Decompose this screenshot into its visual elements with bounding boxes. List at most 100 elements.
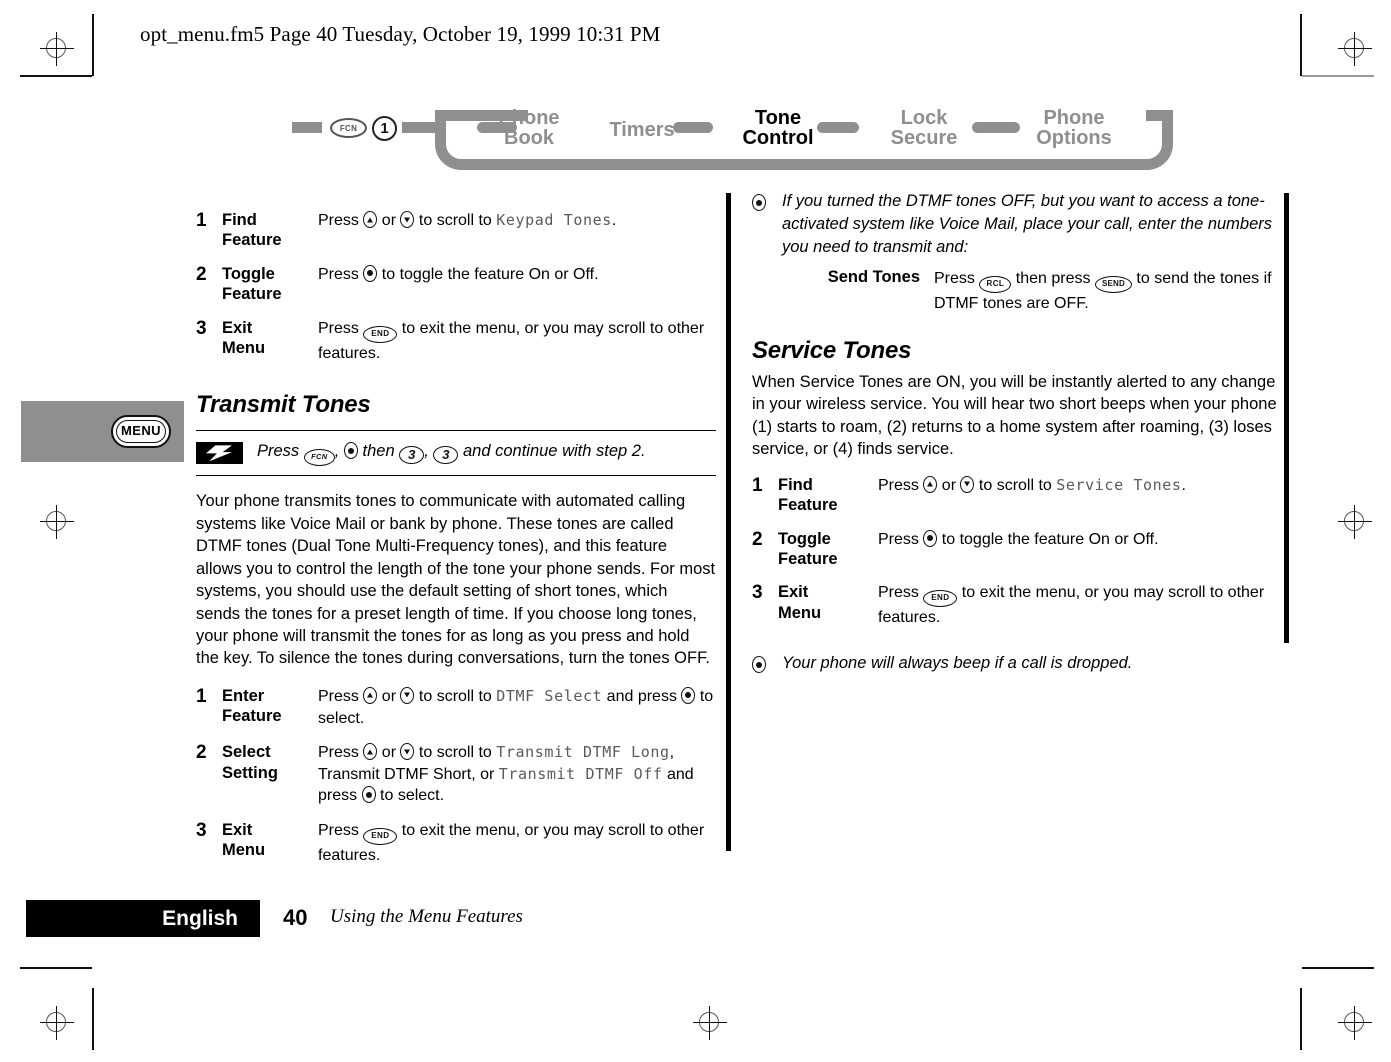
step-description: Press END to exit the menu, or you may s… [878,582,1277,642]
end-key-icon[interactable]: END [363,325,398,343]
step-description: Press to toggle the feature On or Off. [878,529,1277,583]
lcd-display-text: Service Tones [1056,475,1182,494]
crop-mark-top-right-v [1300,14,1302,76]
breadcrumb-item-phone-options-line2: Options [1036,127,1112,150]
step-number: 1 [196,685,207,707]
step-label: Toggle Feature [222,264,318,318]
text: to scroll to [414,744,497,762]
text: , [334,442,344,461]
step-number: 1 [196,210,207,231]
left-column: 1 Find Feature Press or to scroll to Key… [196,210,716,879]
scroll-down-key-icon[interactable] [400,211,415,228]
crop-mark-top-right-h [1302,75,1374,77]
select-key-icon[interactable] [681,686,696,704]
breadcrumb-dash-1 [402,122,438,133]
scroll-up-key-icon[interactable] [363,743,378,761]
select-key-icon[interactable] [343,442,358,460]
breadcrumb-item-phone-options[interactable]: Phone Options [1018,108,1130,149]
text: Press [878,530,924,548]
step-number: 3 [752,582,763,604]
crop-mark-bottom-left-h [20,967,92,969]
document-header-line: opt_menu.fm5 Page 40 Tuesday, October 19… [140,22,661,46]
scroll-down-key-icon[interactable] [400,686,415,704]
lcd-display-text: DTMF Select [496,686,603,705]
text: . [611,212,617,229]
breadcrumb-item-tone-control-line1: Tone [754,107,802,129]
breadcrumb-item-phone-book[interactable]: Phone Book [474,108,584,149]
number-one-key-icon[interactable]: 1 [372,116,397,141]
end-key-icon[interactable]: END [363,827,398,845]
three-key-icon[interactable]: 3 [399,446,425,465]
breadcrumb-item-lock-secure[interactable]: Lock Secure [872,108,976,149]
step-label: Exit Menu [778,582,878,642]
select-key-icon[interactable] [752,194,766,211]
crop-mark-bottom-right-v [1300,988,1302,1050]
scroll-down-key-icon[interactable] [400,743,415,761]
step-description: Press END to exit the menu, or you may s… [318,318,716,378]
crop-mark-top-left-v [92,14,94,76]
text: Press [318,821,364,839]
text: or [377,212,401,229]
note-glyph [752,652,766,675]
text: or [377,687,401,705]
fcn-key-icon[interactable]: FCN [303,449,335,467]
scroll-up-key-icon[interactable] [363,686,378,704]
breadcrumb-item-phone-options-line1: Phone [1043,107,1105,129]
note-text: If you turned the DTMF tones OFF, but yo… [782,192,1273,256]
crop-mark-bottom-left-v [92,988,94,1050]
select-key-icon[interactable] [923,529,938,547]
select-key-icon[interactable] [361,786,376,804]
language-label: English [162,907,238,930]
crop-mark-bottom-right-h [1302,967,1374,969]
scroll-down-key-icon[interactable] [960,475,975,493]
step-label-line2: Menu [222,339,266,358]
end-key-icon[interactable]: END [923,590,958,608]
text: to toggle the feature On or Off. [377,265,599,283]
breadcrumb-item-lock-secure-line1: Lock [900,107,948,129]
step-number: 2 [196,742,207,764]
scroll-up-key-icon[interactable] [923,475,938,493]
send-tones-row: Send Tones Press RCL then press SEND to … [808,268,1277,315]
menu-button-icon[interactable]: MENU [111,415,171,448]
rcl-key-icon[interactable]: RCL [979,276,1012,294]
breadcrumb-item-tone-control-line2: Control [742,127,814,150]
note-glyph [752,190,766,213]
table-row: 1 Find Feature Press or to scroll to Ser… [752,475,1277,529]
text: or [377,744,401,762]
footer-chapter-title: Using the Menu Features [330,906,523,927]
shortcut-note: Press FCN, then 3, 3 and continue with s… [196,430,716,477]
send-tones-description: Press RCL then press SEND to send the to… [934,268,1277,315]
step-label-line1: Find [778,475,813,494]
text: to scroll to [974,476,1057,494]
breadcrumb-item-timers[interactable]: Timers [588,120,696,141]
shortcut-note-text: Press FCN, then 3, 3 and continue with s… [257,440,646,467]
text: then press [1011,270,1095,288]
step-label-line1: Toggle [222,264,275,283]
fcn-key-icon[interactable]: FCN [330,118,367,138]
right-edge-rule [1284,193,1289,643]
step-label-line2: Menu [778,603,822,622]
send-key-icon[interactable]: SEND [1094,276,1132,294]
select-key-icon[interactable] [363,264,378,282]
breadcrumb-item-tone-control[interactable]: Tone Control [720,108,836,149]
step-label: Find Feature [222,210,318,264]
scroll-up-key-icon[interactable] [363,211,378,228]
registration-mark-bottom-right [1338,1006,1372,1040]
text: Press [318,212,364,229]
table-row: 3 Exit Menu Press END to exit the menu, … [752,582,1277,642]
three-key-icon[interactable]: 3 [433,446,459,465]
text: Press [318,319,364,337]
step-number: 2 [196,263,207,285]
transmit-tones-step-table: 1 Enter Feature Press or to scroll to DT… [196,686,716,880]
step-description: Press or to scroll to Keypad Tones. [318,210,716,264]
select-key-icon[interactable] [752,656,766,674]
table-row: 2 Select Setting Press or to scroll to T… [196,742,716,820]
lcd-display-text: Keypad Tones [496,211,612,229]
table-row: 3 Exit Menu Press END to exit the menu, … [196,318,716,378]
text: Press [318,687,364,705]
step-label-line2: Setting [222,763,278,782]
step-number: 3 [196,317,207,339]
text: or [937,476,961,494]
text: Press [878,476,924,494]
step-label: Select Setting [222,742,318,820]
